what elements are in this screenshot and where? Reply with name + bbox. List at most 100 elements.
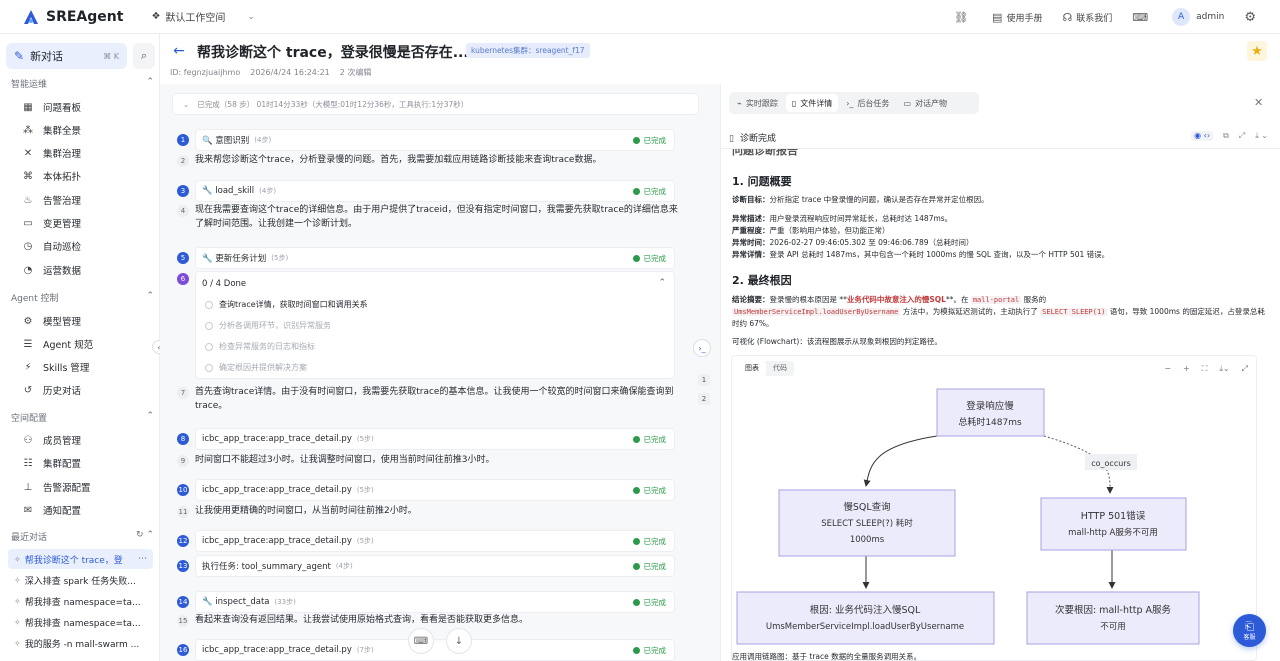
nav-item[interactable]: ☷ 集群配置 — [22, 456, 82, 471]
check-icon — [632, 136, 640, 144]
sidebar: ✎ 新对话 ⌘ K ⌕ 智能运维 ⌃ ▦ 问题看板 ⁂ 集群全景 ✕ 集群治理 ⌘ 本体拓… — [0, 34, 160, 661]
inline-code: mall-portal — [970, 296, 1022, 304]
chat-bubble-icon: ⎗ — [1245, 619, 1254, 633]
recent-chat-item[interactable]: ✧ 帮我排查 namespace=ta... — [8, 612, 153, 632]
section-ops[interactable]: 智能运维 ⌃ — [11, 77, 154, 90]
chevron-up-icon: ⌃ — [146, 77, 154, 87]
settings-button[interactable]: ⚙ — [1244, 10, 1260, 25]
user-menu[interactable]: Aadmin — [1172, 8, 1224, 26]
chevron-up-icon[interactable]: ⌃ — [658, 278, 666, 288]
recent-chat-item[interactable]: ✧ 我的服务 -n mall-swarm ... — [8, 633, 153, 653]
nav-item[interactable]: ♨ 告警治理 — [22, 193, 82, 208]
nav-item[interactable]: ◔ 运营数据 — [22, 263, 81, 278]
language-toggle[interactable]: ⌨ — [1132, 11, 1152, 24]
nav-label: 成员管理 — [43, 436, 82, 447]
circle-icon — [205, 321, 213, 330]
tool-call-row[interactable]: 执行任务: tool_summary_agent (4步) 已完成 — [195, 555, 675, 577]
section-space[interactable]: 空间配置 ⌃ — [11, 411, 154, 424]
tool-call-row[interactable]: icbc_app_trace:app_trace_detail.py (5步) 已完… — [195, 479, 675, 501]
nav-item[interactable]: ↺ 历史对话 — [22, 383, 81, 398]
nav-item[interactable]: ☰ Agent 规范 — [22, 337, 94, 352]
nav-item[interactable]: ⚇ 成员管理 — [22, 433, 82, 448]
nav-item[interactable]: ◷ 自动巡检 — [22, 239, 81, 254]
nav-item[interactable]: ⁂ 集群全景 — [22, 123, 81, 138]
tab-artifacts[interactable]: ▭ 对话产物 — [897, 94, 953, 112]
step-number: 15 — [177, 615, 189, 627]
flow-node[interactable]: 根因: 业务代码注入慢SQL UmsMemberServiceImpl.load… — [736, 591, 995, 645]
keyboard-button[interactable]: ⌨ — [408, 628, 434, 654]
flow-node[interactable]: 登录响应慢 总耗时1487ms — [936, 388, 1045, 437]
todo-item[interactable]: 查询trace详情，获取时间窗口和调用关系 — [205, 299, 368, 310]
workspace-selector[interactable]: ❖ 默认工作空间 ⌄ — [151, 9, 255, 24]
new-chat-button[interactable]: ✎ 新对话 ⌘ K — [6, 43, 127, 69]
tool-call-row[interactable]: 🔍 意图识别 (4步) 已完成 — [195, 129, 675, 151]
contact-link[interactable]: ☊ 联系我们 — [1062, 11, 1112, 24]
node-text: UmsMemberServiceImpl.loadUserByUsername — [766, 622, 964, 632]
circle-icon — [205, 342, 213, 351]
tool-call-row[interactable]: icbc_app_trace:app_trace_detail.py (7步) 已完… — [195, 639, 675, 661]
nav-item[interactable]: ✉ 通知配置 — [22, 503, 81, 518]
check-icon — [632, 537, 640, 545]
close-icon[interactable]: ✕ — [1254, 96, 1263, 109]
run-status-bar[interactable]: ⌄ 已完成（58 步） 01时14分33秒（大模型:01时12分36秒，工具执行:… — [172, 93, 699, 115]
recent-chat-item[interactable]: ✧ 深入排查 spark 任务失败... — [8, 570, 153, 590]
step-number: 1 — [177, 134, 189, 146]
topology-button[interactable]: ⛓ — [954, 11, 972, 24]
tool-call-row[interactable]: icbc_app_trace:app_trace_detail.py (5步) 已完… — [195, 530, 675, 552]
keyboard-icon: ⌨ — [413, 635, 429, 647]
nav-item[interactable]: ⚙ 模型管理 — [22, 314, 82, 329]
more-icon[interactable]: ⋯ — [138, 554, 147, 564]
assistant-message: 让我使用更精确的时间窗口，从当前时间往前推2小时。 — [195, 506, 417, 516]
document-name[interactable]: ▯ 诊断完成 — [729, 131, 776, 144]
todo-item[interactable]: 确定根因并提供解决方案 — [205, 362, 307, 373]
app-logo[interactable]: SREAgent — [22, 8, 123, 26]
download-icon[interactable]: ⤓ ⌄ — [1255, 131, 1268, 141]
search-button[interactable]: ⌕ — [133, 43, 155, 69]
tool-name: 🔧 load_skill — [202, 186, 255, 196]
toggle-panel-button[interactable]: ›_ — [693, 339, 711, 357]
page-2[interactable]: 2 — [698, 393, 710, 405]
board-icon: ▦ — [23, 101, 33, 113]
manual-link[interactable]: ▤ 使用手册 — [992, 11, 1042, 24]
assistant-message: 我来帮您诊断这个trace，分析登录慢的问题。首先，我需要加载应用链路诊断技能来… — [195, 155, 602, 165]
expand-icon[interactable]: ⤢ — [1239, 131, 1245, 141]
headset-icon: ☊ — [1062, 10, 1073, 24]
favorite-star-icon[interactable]: ★ — [1247, 41, 1267, 61]
tab-background-tasks[interactable]: ›_ 后台任务 — [840, 94, 895, 112]
section-recent[interactable]: 最近对话 ↻ ⌃ — [11, 530, 154, 543]
skills-icon: ⚡ — [24, 361, 32, 373]
tool-name: icbc_app_trace:app_trace_detail.py — [202, 536, 352, 546]
page-1[interactable]: 1 — [698, 374, 710, 386]
nav-item[interactable]: ▦ 问题看板 — [22, 100, 81, 115]
copy-icon[interactable]: ⧉ — [1223, 131, 1229, 141]
flow-node[interactable]: 次要根因: mall-http A服务 不可用 — [1026, 591, 1200, 645]
status-label: 已完成 — [643, 561, 667, 571]
todo-item[interactable]: 分析各调用环节，识别异常服务 — [205, 320, 331, 331]
support-button[interactable]: ⎗ 客服 — [1233, 614, 1266, 647]
todo-item[interactable]: 检查异常服务的日志和指标 — [205, 341, 315, 352]
back-button[interactable]: ← — [170, 42, 188, 60]
nav-item[interactable]: ⊥ 告警源配置 — [22, 480, 91, 495]
detail-row: 异常描述：用户登录流程响应时间异常延长，总耗时达 1487ms。 — [732, 213, 1272, 224]
node-text: SELECT SLEEP(?) 耗时 — [821, 518, 913, 529]
tool-call-row[interactable]: 🔧 load_skill (4步) 已完成 — [195, 180, 675, 202]
nav-item[interactable]: ⚡ Skills 管理 — [22, 360, 89, 375]
nav-item[interactable]: ⌘ 本体拓扑 — [22, 169, 81, 184]
nav-item[interactable]: ✕ 集群治理 — [22, 146, 81, 161]
flow-node[interactable]: HTTP 501错误 mall-http A服务不可用 — [1040, 497, 1187, 551]
tool-call-row[interactable]: 🔧 更新任务计划 (5步) 已完成 — [195, 247, 675, 269]
call-chain-caption: 应用调用链路图：基于 trace 数据的全量服务调用关系。 — [732, 652, 922, 661]
tool-call-row[interactable]: icbc_app_trace:app_trace_detail.py (5步) 已完… — [195, 428, 675, 450]
recent-chat-item[interactable]: ✧ 帮我诊断这个 trace，登 ⋯ — [8, 549, 153, 569]
view-toggle[interactable]: ◉ ‹› — [1191, 131, 1214, 141]
section-agent[interactable]: Agent 控制 ⌃ — [11, 291, 154, 304]
tab-file-detail[interactable]: ▯ 文件详情 — [785, 94, 839, 112]
scroll-down-button[interactable]: ↓ — [446, 628, 472, 654]
tool-name: icbc_app_trace:app_trace_detail.py — [202, 645, 352, 655]
tool-call-row[interactable]: 🔧 inspect_data (33步) 已完成 — [195, 591, 675, 613]
flow-node[interactable]: 慢SQL查询 SELECT SLEEP(?) 耗时 1000ms — [778, 489, 956, 557]
tab-live-trace[interactable]: ⌁ 实时跟踪 — [731, 94, 784, 112]
recent-chat-item[interactable]: ✧ 帮我排查 namespace=ta... — [8, 591, 153, 611]
nav-item[interactable]: ▭ 变更管理 — [22, 216, 81, 231]
detail-row: 严重程度：严重（影响用户体验，但功能正常） — [732, 225, 1272, 236]
